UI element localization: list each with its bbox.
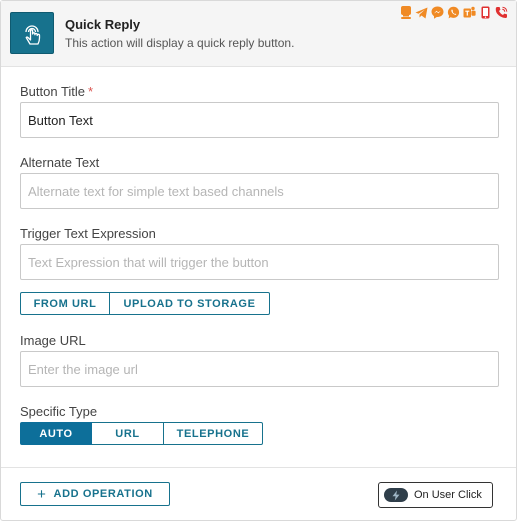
plus-icon: + [37, 485, 47, 503]
specific-type-label: Specific Type [20, 404, 98, 419]
add-operation-label: ADD OPERATION [53, 488, 153, 500]
teams-icon [463, 6, 476, 19]
telegram-icon [415, 6, 428, 19]
alternate-text-label: Alternate Text [20, 155, 100, 170]
alternate-text-input[interactable] [20, 173, 499, 209]
button-title-label: Button Title * [20, 84, 93, 99]
required-marker: * [88, 84, 94, 99]
quick-reply-panel: Quick Reply This action will display a q… [0, 0, 517, 521]
footer-divider [1, 467, 516, 468]
trigger-label: On User Click [414, 489, 482, 501]
action-title: Quick Reply [65, 17, 141, 32]
trigger-selector[interactable]: On User Click [378, 482, 493, 508]
from-url-button[interactable]: FROM URL [20, 292, 110, 315]
button-title-input[interactable] [20, 102, 499, 138]
add-operation-button[interactable]: + ADD OPERATION [20, 482, 170, 506]
lightning-icon [384, 488, 408, 502]
mobile-icon [479, 6, 492, 19]
whatsapp-icon [447, 6, 460, 19]
action-description: This action will display a quick reply b… [65, 36, 295, 50]
type-auto-button[interactable]: AUTO [20, 422, 92, 445]
type-url-button[interactable]: URL [92, 422, 164, 445]
phone-icon [495, 6, 508, 19]
image-source-toggle: FROM URL UPLOAD TO STORAGE [20, 292, 270, 315]
web-chat-icon [399, 6, 412, 19]
upload-to-storage-button[interactable]: UPLOAD TO STORAGE [110, 292, 270, 315]
messenger-icon [431, 6, 444, 19]
trigger-text-label: Trigger Text Expression [20, 226, 156, 241]
channel-icons [399, 6, 508, 19]
image-url-input[interactable] [20, 351, 499, 387]
button-title-label-text: Button Title [20, 84, 86, 99]
image-url-label: Image URL [20, 333, 86, 348]
type-telephone-button[interactable]: TELEPHONE [164, 422, 263, 445]
specific-type-toggle: AUTO URL TELEPHONE [20, 422, 263, 445]
action-header: Quick Reply This action will display a q… [1, 1, 516, 67]
trigger-text-input[interactable] [20, 244, 499, 280]
touch-hand-icon [10, 12, 54, 54]
